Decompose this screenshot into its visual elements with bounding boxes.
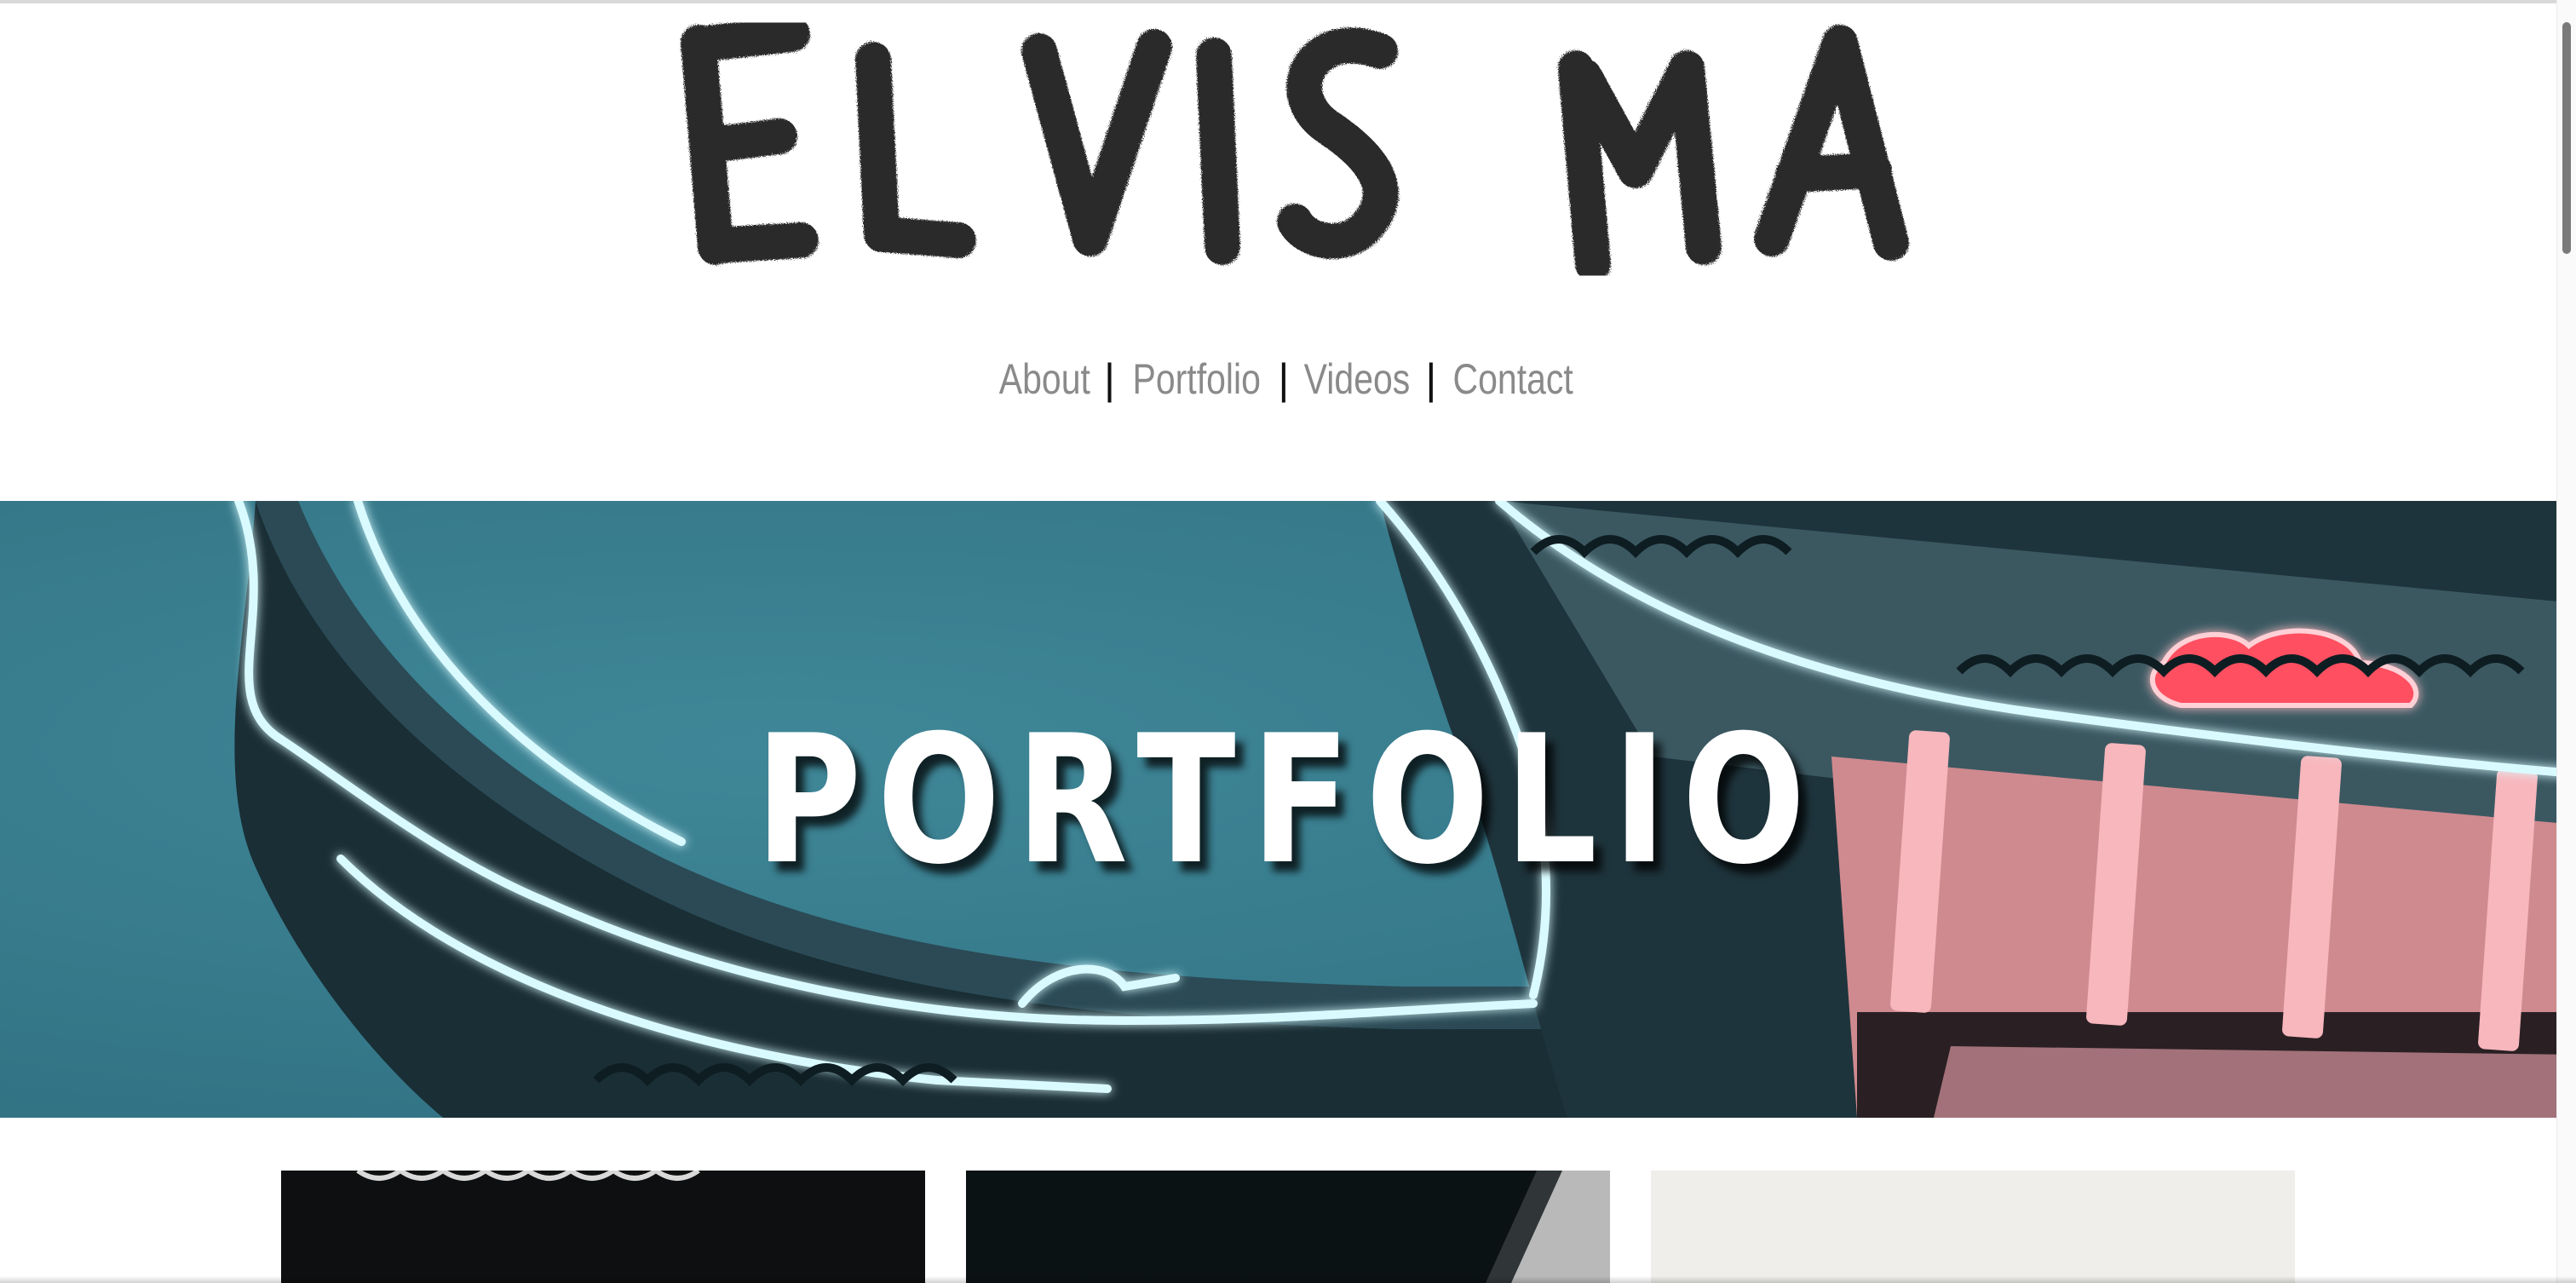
nav-link-portfolio[interactable]: Portfolio: [1132, 345, 1260, 413]
thumbnail-image: [281, 1171, 925, 1283]
main-nav: About | Portfolio | Videos | Contact: [0, 345, 2576, 413]
thumbnail-image: [1651, 1171, 2295, 1283]
nav-link-about[interactable]: About: [999, 345, 1090, 413]
nav-separator: |: [1278, 355, 1290, 403]
nav-separator: |: [1103, 355, 1115, 403]
portfolio-thumbnail[interactable]: [281, 1171, 925, 1283]
site-logo[interactable]: [664, 17, 1925, 290]
nav-link-videos[interactable]: Videos: [1304, 345, 1411, 413]
scrollbar-thumb[interactable]: [2562, 22, 2571, 254]
nav-link-contact[interactable]: Contact: [1453, 345, 1573, 413]
thumbnail-image: [966, 1171, 1610, 1283]
portfolio-thumbnail[interactable]: [1651, 1171, 2295, 1283]
vertical-scrollbar[interactable]: [2556, 0, 2576, 1283]
brush-logo-icon: [681, 17, 1909, 282]
hero-title: PORTFOLIO: [755, 698, 1821, 904]
window-top-edge: [0, 0, 2576, 3]
portfolio-thumbnail[interactable]: [966, 1171, 1610, 1283]
page: About | Portfolio | Videos | Contact POR…: [0, 0, 2576, 1283]
nav-separator: |: [1425, 355, 1437, 403]
window-bottom-edge: [0, 1276, 2576, 1283]
